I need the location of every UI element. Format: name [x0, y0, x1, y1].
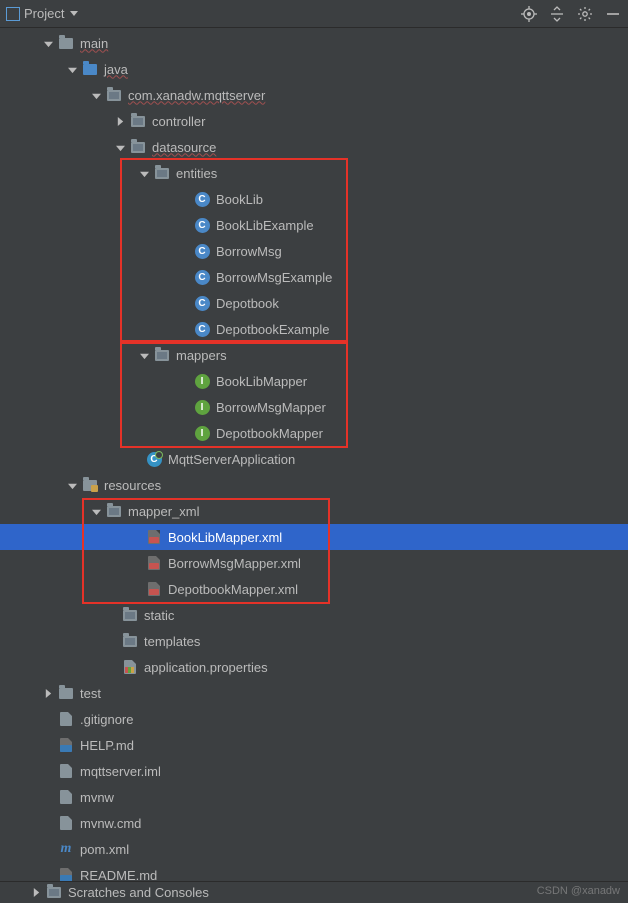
folder-icon — [122, 607, 138, 623]
class-icon: C — [194, 243, 210, 259]
tree-row-xml-file[interactable]: DepotbookMapper.xml — [0, 576, 628, 602]
tree-row-spring-app[interactable]: CMqttServerApplication — [0, 446, 628, 472]
folder-icon — [106, 503, 122, 519]
tree-row-xml-file[interactable]: BookLibMapper.xml — [0, 524, 628, 550]
tree-row-static[interactable]: static — [0, 602, 628, 628]
tree-row-class[interactable]: CBorrowMsg — [0, 238, 628, 264]
class-icon: C — [194, 217, 210, 233]
tree-row-pom[interactable]: mpom.xml — [0, 836, 628, 862]
file-icon — [58, 789, 74, 805]
gear-icon[interactable] — [576, 5, 594, 23]
tree-row-mvnw[interactable]: mvnw — [0, 784, 628, 810]
tree-row-test[interactable]: test — [0, 680, 628, 706]
class-icon: C — [194, 269, 210, 285]
resources-folder-icon — [82, 477, 98, 493]
tree-row-datasource[interactable]: datasource — [0, 134, 628, 160]
class-icon: C — [194, 191, 210, 207]
tree-row-class[interactable]: CDepotbook — [0, 290, 628, 316]
folder-icon — [122, 633, 138, 649]
tree-row-mapper-xml[interactable]: mapper_xml — [0, 498, 628, 524]
class-icon: C — [194, 321, 210, 337]
maven-file-icon: m — [58, 841, 74, 857]
watermark-text: CSDN @xanadw — [537, 885, 620, 897]
tree-row-properties[interactable]: application.properties — [0, 654, 628, 680]
tree-row-scratches[interactable]: Scratches and Consoles — [0, 881, 628, 903]
chevron-down-icon[interactable] — [70, 11, 78, 16]
package-icon — [106, 87, 122, 103]
expand-collapse-icon[interactable] — [548, 5, 566, 23]
tree-row-resources[interactable]: resources — [0, 472, 628, 498]
xml-file-icon — [146, 529, 162, 545]
tree-row-class[interactable]: CBorrowMsgExample — [0, 264, 628, 290]
folder-icon — [58, 35, 74, 51]
spring-class-icon: C — [146, 451, 162, 467]
tree-row-mvnw-cmd[interactable]: mvnw.cmd — [0, 810, 628, 836]
folder-icon — [46, 885, 62, 901]
tree-row-controller[interactable]: controller — [0, 108, 628, 134]
tree-row-package[interactable]: com.xanadw.mqttserver — [0, 82, 628, 108]
markdown-file-icon — [58, 737, 74, 753]
file-icon — [58, 711, 74, 727]
package-icon — [154, 347, 170, 363]
tree-row-java[interactable]: java — [0, 56, 628, 82]
interface-icon: I — [194, 373, 210, 389]
tree-row-templates[interactable]: templates — [0, 628, 628, 654]
project-toolbar: Project — [0, 0, 628, 28]
tree-row-entities[interactable]: entities — [0, 160, 628, 186]
file-icon — [58, 763, 74, 779]
tree-row-interface[interactable]: IDepotbookMapper — [0, 420, 628, 446]
file-icon — [58, 815, 74, 831]
tree-row-class[interactable]: CBookLib — [0, 186, 628, 212]
tree-row-interface[interactable]: IBorrowMsgMapper — [0, 394, 628, 420]
package-icon — [130, 113, 146, 129]
properties-file-icon — [122, 659, 138, 675]
project-view-icon — [6, 7, 20, 21]
tree-row-mappers[interactable]: mappers — [0, 342, 628, 368]
tree-row-class[interactable]: CBookLibExample — [0, 212, 628, 238]
tree-row-main[interactable]: main — [0, 30, 628, 56]
tree-row-help-md[interactable]: HELP.md — [0, 732, 628, 758]
locate-icon[interactable] — [520, 5, 538, 23]
xml-file-icon — [146, 581, 162, 597]
project-dropdown[interactable]: Project — [24, 6, 64, 21]
tree-row-class[interactable]: CDepotbookExample — [0, 316, 628, 342]
tree-row-gitignore[interactable]: .gitignore — [0, 706, 628, 732]
tree-row-iml[interactable]: mqttserver.iml — [0, 758, 628, 784]
project-tree: main java com.xanadw.mqttserver controll… — [0, 28, 628, 888]
class-icon: C — [194, 295, 210, 311]
folder-icon — [82, 61, 98, 77]
tree-row-xml-file[interactable]: BorrowMsgMapper.xml — [0, 550, 628, 576]
interface-icon: I — [194, 399, 210, 415]
folder-icon — [58, 685, 74, 701]
tree-row-interface[interactable]: IBookLibMapper — [0, 368, 628, 394]
minimize-icon[interactable] — [604, 5, 622, 23]
package-icon — [154, 165, 170, 181]
package-icon — [130, 139, 146, 155]
xml-file-icon — [146, 555, 162, 571]
interface-icon: I — [194, 425, 210, 441]
